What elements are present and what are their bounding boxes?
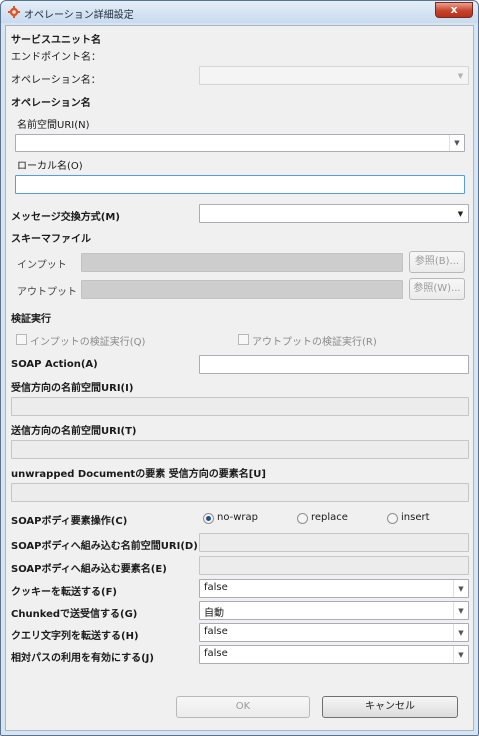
input-validation-label: インプットの検証実行(Q) — [30, 337, 146, 348]
operation-name-label: オペレーション名： — [11, 75, 101, 86]
schema-heading: スキーマファイル — [11, 234, 91, 245]
service-unit-heading: サービスユニット名 — [11, 35, 101, 46]
operation-heading: オペレーション名 — [11, 98, 91, 109]
send-namespace-label: 送信方向の名前空間URI(T) — [11, 426, 137, 437]
namespace-uri-label: 名前空間URI(N) — [17, 120, 90, 131]
unwrapped-label: unwrapped Documentの要素 受信方向の要素名[U] — [11, 469, 266, 480]
local-name-input[interactable] — [15, 175, 465, 194]
send-namespace-input[interactable] — [11, 440, 469, 459]
dialog-body: サービスユニット名 エンドポイント名： オペレーション名： ▼ オペレーション名… — [5, 25, 474, 731]
radio-insert[interactable] — [387, 513, 398, 524]
input-schema-field — [81, 253, 403, 272]
soap-body-elem-label: SOAPボディへ組み込む要素名(E) — [11, 564, 167, 575]
cancel-button[interactable]: キャンセル — [322, 696, 458, 718]
recv-namespace-input[interactable] — [11, 397, 469, 416]
unwrapped-input[interactable] — [11, 483, 469, 502]
close-icon: x — [450, 3, 458, 16]
output-schema-label: アウトプット — [17, 287, 77, 298]
query-select[interactable]: false ▼ — [199, 623, 469, 642]
output-schema-field — [81, 280, 403, 299]
chevron-down-icon: ▼ — [453, 602, 468, 619]
cookie-label: クッキーを転送する(F) — [11, 587, 117, 598]
output-validation-label: アウトプットの検証実行(R) — [252, 337, 377, 348]
radio-no-wrap[interactable] — [203, 513, 214, 524]
ok-button[interactable]: OK — [176, 696, 310, 718]
chevron-down-icon: ▼ — [457, 209, 464, 218]
title-bar[interactable]: オペレーション詳細設定 x — [1, 1, 478, 23]
input-browse-button[interactable]: 参照(B)... — [409, 251, 465, 273]
chevron-down-icon: ▼ — [457, 71, 464, 80]
close-button[interactable]: x — [435, 2, 473, 18]
chunked-label: Chunkedで送受信する(G) — [11, 609, 138, 620]
namespace-uri-combo[interactable]: ▼ — [15, 134, 465, 152]
chunked-value: 自動 — [204, 608, 224, 619]
validation-heading: 検証実行 — [11, 314, 51, 325]
soap-body-op-label: SOAPボディ要素操作(C) — [11, 516, 128, 527]
cookie-value: false — [204, 582, 228, 593]
soap-body-elem-input[interactable] — [199, 556, 469, 575]
relative-path-value: false — [204, 648, 228, 659]
endpoint-label: エンドポイント名： — [11, 52, 101, 63]
input-validation-checkbox[interactable] — [16, 334, 27, 345]
soap-action-label: SOAP Action(A) — [11, 359, 98, 370]
local-name-label: ローカル名(O) — [17, 161, 83, 172]
output-browse-button[interactable]: 参照(W)... — [409, 278, 465, 300]
chevron-down-icon[interactable]: ▼ — [449, 135, 464, 151]
recv-namespace-label: 受信方向の名前空間URI(I) — [11, 383, 134, 394]
radio-insert-label: insert — [401, 512, 430, 523]
output-validation-checkbox[interactable] — [238, 334, 249, 345]
chevron-down-icon: ▼ — [453, 646, 468, 663]
relative-path-select[interactable]: false ▼ — [199, 645, 469, 664]
cookie-select[interactable]: false ▼ — [199, 579, 469, 598]
dialog-window: オペレーション詳細設定 x サービスユニット名 エンドポイント名： オペレーショ… — [0, 0, 479, 736]
query-value: false — [204, 626, 228, 637]
soap-body-ns-input[interactable] — [199, 533, 469, 552]
radio-no-wrap-label: no-wrap — [217, 512, 259, 523]
window-title: オペレーション詳細設定 — [24, 10, 134, 21]
radio-replace[interactable] — [297, 513, 308, 524]
message-exchange-label: メッセージ交換方式(M) — [11, 212, 120, 223]
chunked-select[interactable]: 自動 ▼ — [199, 601, 469, 620]
soap-body-ns-label: SOAPボディへ組み込む名前空間URI(D) — [11, 541, 198, 552]
relative-path-label: 相対パスの利用を有効にする(J) — [11, 653, 154, 664]
chevron-down-icon: ▼ — [453, 580, 468, 597]
message-exchange-select[interactable]: ▼ — [199, 204, 469, 223]
input-schema-label: インプット — [17, 260, 67, 271]
radio-replace-label: replace — [311, 512, 348, 523]
query-label: クエリ文字列を転送する(H) — [11, 631, 139, 642]
soap-action-input[interactable] — [199, 355, 469, 374]
gear-icon — [8, 6, 20, 18]
operation-name-select[interactable]: ▼ — [199, 66, 469, 85]
chevron-down-icon: ▼ — [453, 624, 468, 641]
